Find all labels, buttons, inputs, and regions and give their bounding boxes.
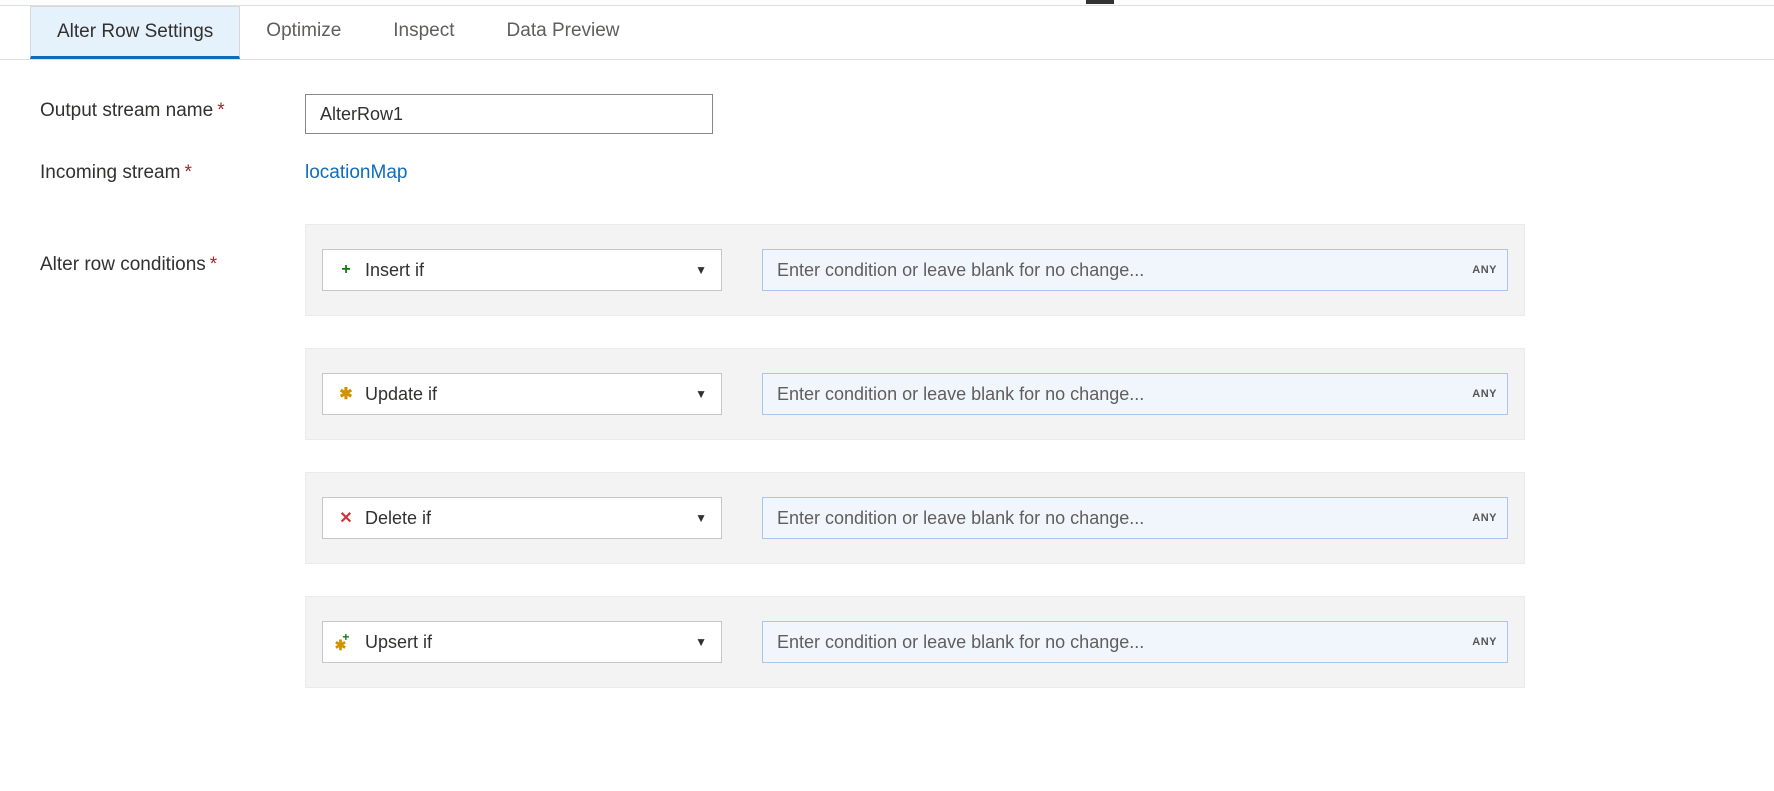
condition-type-label: Update if [365,384,437,405]
condition-row: ✕ Delete if ▼ ANY [305,472,1525,564]
condition-type-select[interactable]: + Insert if ▼ [322,249,722,291]
incoming-stream-link[interactable]: locationMap [305,156,407,184]
chevron-down-icon: ▼ [695,511,707,525]
condition-expression-field[interactable]: ANY [762,373,1508,415]
x-icon: ✕ [337,508,355,528]
chevron-down-icon: ▼ [695,635,707,649]
condition-type-select[interactable]: ✱+ Upsert if ▼ [322,621,722,663]
chevron-down-icon: ▼ [695,263,707,277]
condition-type-label: Delete if [365,508,431,529]
required-asterisk: * [184,162,191,183]
condition-type-label: Insert if [365,260,424,281]
any-badge: ANY [1472,388,1497,400]
any-badge: ANY [1472,636,1497,648]
panel-resize-bar[interactable] [0,0,1774,6]
condition-expression-field[interactable]: ANY [762,497,1508,539]
output-stream-name-label: Output stream name* [40,94,305,122]
condition-row: + Insert if ▼ ANY [305,224,1525,316]
condition-row: ✱ Update if ▼ ANY [305,348,1525,440]
any-badge: ANY [1472,264,1497,276]
tab-optimize[interactable]: Optimize [240,6,367,59]
condition-row: ✱+ Upsert if ▼ ANY [305,596,1525,688]
label-text: Alter row conditions [40,254,206,275]
required-asterisk: * [217,100,224,121]
condition-expression-field[interactable]: ANY [762,621,1508,663]
tab-strip: Alter Row Settings Optimize Inspect Data… [0,6,1774,60]
condition-type-select[interactable]: ✕ Delete if ▼ [322,497,722,539]
condition-expression-input[interactable] [777,508,1472,529]
condition-type-select[interactable]: ✱ Update if ▼ [322,373,722,415]
condition-expression-field[interactable]: ANY [762,249,1508,291]
condition-expression-input[interactable] [777,632,1472,653]
drag-handle-icon[interactable] [1086,0,1114,4]
condition-expression-input[interactable] [777,384,1472,405]
asterisk-icon: ✱ [337,384,355,404]
alter-row-conditions-label: Alter row conditions* [40,224,305,276]
upsert-icon: ✱+ [337,634,355,651]
plus-icon: + [337,261,355,279]
output-stream-name-input[interactable] [305,94,713,134]
tab-alter-row-settings[interactable]: Alter Row Settings [30,6,240,59]
label-text: Incoming stream [40,162,180,183]
condition-expression-input[interactable] [777,260,1472,281]
tab-data-preview[interactable]: Data Preview [481,6,646,59]
incoming-stream-label: Incoming stream* [40,156,305,184]
chevron-down-icon: ▼ [695,387,707,401]
required-asterisk: * [210,254,217,275]
settings-pane: Output stream name* Incoming stream* loc… [0,60,1774,750]
conditions-list: + Insert if ▼ ANY ✱ Update if ▼ ANY [305,224,1525,688]
tab-inspect[interactable]: Inspect [367,6,480,59]
label-text: Output stream name [40,100,213,121]
any-badge: ANY [1472,512,1497,524]
condition-type-label: Upsert if [365,632,432,653]
